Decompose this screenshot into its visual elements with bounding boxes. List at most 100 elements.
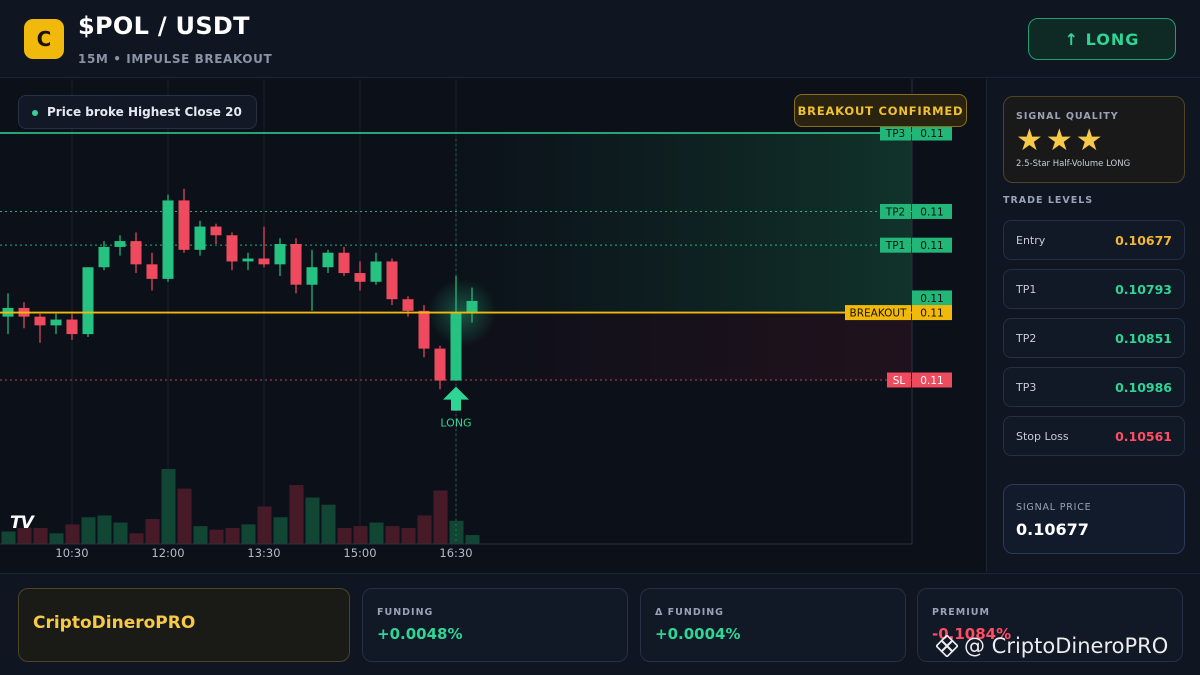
- level-row-stop-loss: Stop Loss 0.10561: [1003, 416, 1185, 456]
- breakout-name-text: BREAKOUT: [850, 308, 908, 320]
- candle-body: [146, 264, 158, 279]
- volume-bar: [465, 535, 480, 544]
- breakout-info-pill: Price broke Highest Close 20: [18, 95, 257, 129]
- volume-bar: [337, 527, 352, 544]
- watermark-text: @ CriptoDineroPRO: [964, 634, 1169, 658]
- candle-body: [434, 348, 446, 381]
- level-value: 0.10677: [1115, 233, 1172, 248]
- volume-bar: [113, 522, 128, 544]
- breakout-confirmed-badge: BREAKOUT CONFIRMED: [794, 94, 967, 127]
- delta-funding-value: +0.0004%: [655, 625, 741, 643]
- time-axis-label: 10:30: [55, 546, 88, 560]
- funding-value: +0.0048%: [377, 625, 463, 643]
- watermark: @ CriptoDineroPRO: [936, 634, 1168, 658]
- candle-body: [306, 267, 318, 285]
- volume-bar: [161, 469, 176, 544]
- level-label: TP3: [1016, 381, 1037, 394]
- volume-bar: [273, 517, 288, 544]
- brand-card: CriptoDineroPRO: [18, 588, 350, 662]
- candle-body: [386, 261, 398, 300]
- level-label: Entry: [1016, 234, 1046, 247]
- level-value: 0.10986: [1115, 380, 1172, 395]
- footer-bar: CriptoDineroPRO FUNDING +0.0048% Δ FUNDI…: [0, 573, 1200, 675]
- candle-body: [402, 299, 414, 311]
- volume-bar: [289, 485, 304, 544]
- long-marker-label: LONG: [440, 417, 471, 430]
- price-chart[interactable]: LONG 10:30 12:00 13:30 15:00 16:30 0.11 TP3 0.11…: [0, 79, 985, 572]
- level-row-entry: Entry 0.10677: [1003, 220, 1185, 260]
- volume-bar: [97, 515, 112, 544]
- star-rating-icon: ★★★: [1016, 123, 1106, 158]
- status-dot-icon: [32, 110, 38, 116]
- tp3-value-text: 0.11: [920, 128, 943, 140]
- level-value: 0.10561: [1115, 429, 1172, 444]
- tp1-name-text: TP1: [885, 240, 905, 252]
- volume-bar: [81, 517, 96, 544]
- sl-name-text: SL: [893, 375, 906, 387]
- loss-zone: [455, 312, 912, 380]
- candle-body: [98, 246, 110, 268]
- candle-body: [178, 200, 190, 250]
- candle-body: [50, 319, 62, 326]
- tradingview-logo-icon: TV: [10, 513, 34, 533]
- volume-bar: [241, 524, 256, 544]
- volume-bar: [257, 506, 272, 544]
- header-bar: C $POL / USDT 15M • IMPULSE BREAKOUT ↑ L…: [0, 0, 1200, 78]
- level-label: TP1: [1016, 283, 1037, 296]
- candle-body: [466, 300, 478, 313]
- level-row-tp1: TP1 0.10793: [1003, 269, 1185, 309]
- volume-bar: [65, 524, 80, 544]
- volume-bar: [193, 526, 208, 544]
- trade-levels-title: TRADE LEVELS: [1003, 195, 1094, 206]
- long-button[interactable]: ↑ LONG: [1028, 18, 1176, 60]
- volume-bar: [321, 504, 336, 544]
- candle-body: [274, 244, 286, 265]
- volume-bar: [145, 519, 160, 544]
- profit-zone: [455, 133, 912, 313]
- funding-label: FUNDING: [377, 607, 434, 618]
- breakout-value-text: 0.11: [920, 308, 943, 320]
- signal-side-panel: SIGNAL QUALITY ★★★ 2.5-Star Half-Volume …: [986, 79, 1200, 572]
- candle-body: [66, 319, 78, 335]
- candle-body: [194, 226, 206, 250]
- volume-bar: [129, 533, 144, 544]
- pair-logo: C: [24, 19, 64, 59]
- volume-bar: [1, 531, 16, 544]
- brand-name: CriptoDineroPRO: [33, 613, 196, 633]
- signal-quality-title: SIGNAL QUALITY: [1016, 111, 1119, 122]
- volume-bar: [433, 490, 448, 544]
- delta-funding-card: Δ FUNDING +0.0004%: [640, 588, 906, 662]
- volume-bar: [33, 527, 48, 544]
- volume-bar: [49, 533, 64, 544]
- volume-bar: [369, 522, 384, 544]
- candle-body: [130, 241, 142, 265]
- candle-body: [34, 316, 46, 326]
- tp2-value-text: 0.11: [920, 206, 943, 218]
- premium-label: PREMIUM: [932, 607, 990, 618]
- candle-body: [354, 273, 366, 282]
- signal-quality-card: SIGNAL QUALITY ★★★ 2.5-Star Half-Volume …: [1003, 96, 1185, 183]
- time-axis-label: 16:30: [439, 546, 472, 560]
- level-value: 0.10851: [1115, 331, 1172, 346]
- level-row-tp3: TP3 0.10986: [1003, 367, 1185, 407]
- binance-logo-icon: [936, 635, 958, 657]
- volume-bar: [401, 527, 416, 544]
- volume-bar: [417, 515, 432, 544]
- signal-price-title: SIGNAL PRICE: [1016, 502, 1092, 513]
- volume-bar: [209, 529, 224, 544]
- time-axis-label: 12:00: [151, 546, 184, 560]
- volume-bar: [385, 526, 400, 544]
- candle-body: [242, 258, 254, 262]
- candle-body: [226, 235, 238, 262]
- current-price-value-text: 0.11: [920, 293, 943, 305]
- level-label: Stop Loss: [1016, 430, 1069, 443]
- volume-bar: [305, 497, 320, 544]
- pair-title: $POL / USDT: [78, 12, 250, 40]
- sl-value-text: 0.11: [920, 375, 943, 387]
- volume-bar: [225, 527, 240, 544]
- signal-price-value: 0.10677: [1016, 520, 1089, 539]
- tp2-name-text: TP2: [885, 206, 905, 218]
- volume-bar: [177, 488, 192, 544]
- tp1-value-text: 0.11: [920, 240, 943, 252]
- candle-body: [162, 200, 174, 279]
